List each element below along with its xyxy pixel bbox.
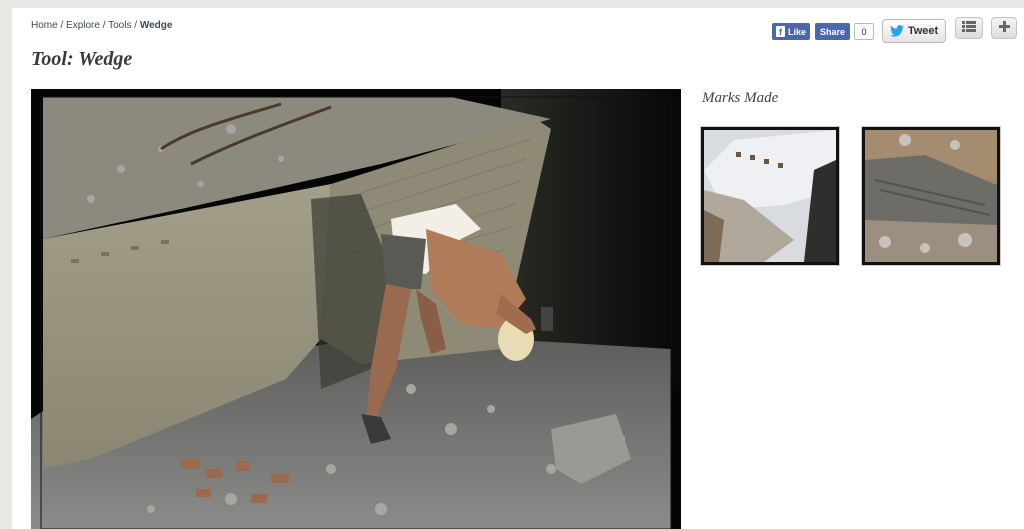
facebook-share-button[interactable]: Share bbox=[815, 23, 850, 40]
plus-icon bbox=[998, 19, 1010, 37]
main-photo-image bbox=[31, 89, 681, 529]
breadcrumb-separator: / bbox=[60, 20, 64, 31]
list-view-icon bbox=[962, 19, 976, 37]
add-button[interactable] bbox=[991, 17, 1017, 39]
facebook-like-label: Like bbox=[787, 26, 806, 37]
breadcrumb-tools-link[interactable]: Tools bbox=[108, 20, 131, 31]
thumbnail-1[interactable] bbox=[701, 127, 839, 265]
page-container: Home / Explore / Tools / Wedge Tool: Wed… bbox=[12, 8, 1024, 529]
main-photo[interactable] bbox=[31, 89, 681, 529]
tweet-label: Tweet bbox=[907, 25, 939, 37]
thumbnail-1-image bbox=[704, 130, 836, 262]
twitter-bird-icon bbox=[889, 25, 904, 37]
breadcrumb-separator: / bbox=[134, 20, 138, 31]
breadcrumb-separator: / bbox=[102, 20, 106, 31]
thumbnail-2-image bbox=[865, 130, 997, 262]
list-view-button[interactable] bbox=[955, 17, 983, 39]
breadcrumb-home-link[interactable]: Home bbox=[31, 20, 58, 31]
page-title: Tool: Wedge bbox=[31, 48, 133, 70]
facebook-like-button[interactable]: f Like bbox=[772, 23, 810, 40]
breadcrumb-current: Wedge bbox=[139, 20, 173, 31]
breadcrumb: Home / Explore / Tools / Wedge bbox=[31, 20, 172, 31]
tweet-button[interactable]: Tweet bbox=[882, 19, 946, 43]
facebook-share-count: 0 bbox=[854, 23, 874, 40]
facebook-icon: f bbox=[776, 26, 785, 37]
breadcrumb-explore-link[interactable]: Explore bbox=[66, 20, 100, 31]
facebook-share-label: Share bbox=[819, 26, 845, 37]
thumbnail-2[interactable] bbox=[862, 127, 1000, 265]
sidebar-heading: Marks Made bbox=[702, 90, 779, 106]
